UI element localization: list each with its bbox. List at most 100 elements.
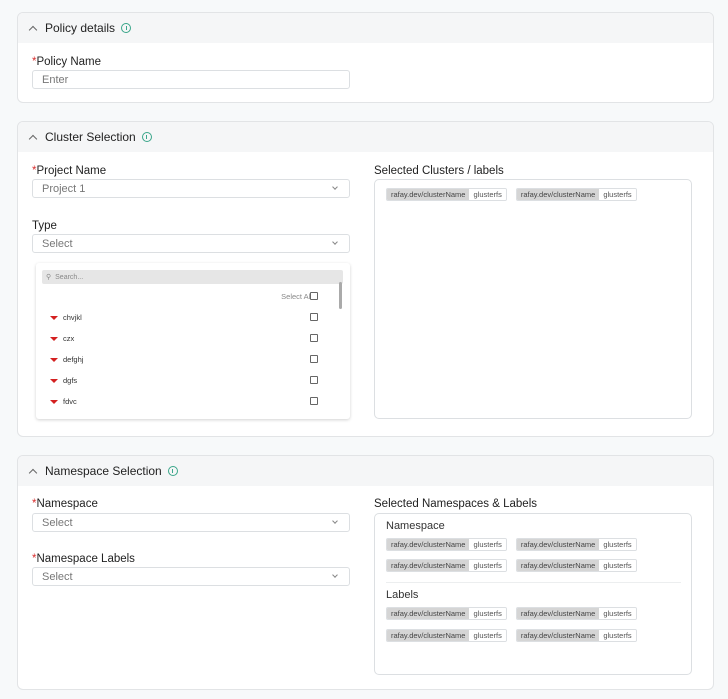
- cluster-selection-section: Cluster Selection *Project Name Project …: [17, 121, 714, 437]
- item-label: fdvc: [63, 397, 77, 406]
- item-label: czx: [63, 334, 75, 343]
- namespace-subtitle: Namespace: [386, 520, 445, 532]
- section-title: Namespace Selection: [45, 464, 162, 478]
- cluster-selection-header[interactable]: Cluster Selection: [18, 122, 713, 152]
- namespace-selection-header[interactable]: Namespace Selection: [18, 456, 713, 486]
- label-text: Project Name: [36, 165, 107, 177]
- info-icon[interactable]: [167, 466, 178, 476]
- chevron-down-icon: [332, 572, 338, 578]
- selected-namespaces-panel: Namespace rafay.dev/clusterName glusterfs…: [374, 513, 692, 675]
- list-item[interactable]: chvjkl: [50, 313, 82, 322]
- item-checkbox[interactable]: [310, 313, 318, 321]
- namespace-label: *Namespace: [32, 498, 98, 510]
- selected-clusters-title: Selected Clusters / labels: [374, 165, 504, 177]
- cluster-tag: rafay.dev/clusterName glusterfs: [386, 188, 507, 201]
- list-item[interactable]: defghj: [50, 355, 83, 364]
- tag-value: glusterfs: [599, 560, 636, 571]
- section-title: Cluster Selection: [45, 130, 136, 144]
- labels-subtitle: Labels: [386, 589, 419, 601]
- namespace-tag: rafay.dev/clusterName glusterfs: [386, 559, 507, 572]
- list-item[interactable]: dgfs: [50, 376, 77, 385]
- project-name-label: *Project Name: [32, 165, 106, 177]
- item-label: defghj: [63, 355, 84, 364]
- caret-down-icon[interactable]: [50, 336, 58, 341]
- policy-name-label: *Policy Name: [32, 56, 101, 68]
- section-title: Policy details: [45, 21, 116, 35]
- caret-down-icon[interactable]: [50, 399, 58, 404]
- tag-key: rafay.dev/clusterName: [516, 630, 600, 641]
- search-input[interactable]: ⚲ Search...: [42, 270, 343, 284]
- select-value: Select: [42, 516, 73, 529]
- chevron-down-icon: [332, 518, 338, 524]
- namespace-selection-section: Namespace Selection *Namespace Select *N…: [17, 455, 714, 690]
- selected-clusters-panel: rafay.dev/clusterName glusterfs rafay.dev…: [374, 179, 692, 419]
- chevron-up-icon[interactable]: [28, 468, 38, 477]
- tag-value: glusterfs: [469, 608, 506, 619]
- project-name-select[interactable]: Project 1: [32, 179, 350, 198]
- namespace-select[interactable]: Select: [32, 513, 350, 532]
- tag-value: glusterfs: [469, 539, 506, 550]
- list-item[interactable]: czx: [50, 334, 74, 343]
- type-select[interactable]: Select: [32, 234, 350, 253]
- select-value: Select: [42, 570, 73, 583]
- search-icon: ⚲: [46, 274, 52, 281]
- item-checkbox[interactable]: [310, 376, 318, 384]
- label-tag: rafay.dev/clusterName glusterfs: [515, 607, 637, 620]
- tag-value: glusterfs: [599, 189, 636, 200]
- info-icon[interactable]: [141, 132, 152, 142]
- placeholder: Search...: [55, 273, 84, 281]
- policy-name-input[interactable]: Enter: [32, 70, 350, 89]
- caret-down-icon[interactable]: [50, 378, 58, 383]
- divider: [386, 582, 681, 583]
- item-checkbox[interactable]: [310, 355, 318, 363]
- info-icon[interactable]: [121, 23, 132, 33]
- tag-value: glusterfs: [599, 539, 636, 550]
- tag-value: glusterfs: [469, 630, 506, 641]
- placeholder: Enter: [42, 73, 69, 86]
- selected-namespaces-title: Selected Namespaces & Labels: [374, 498, 538, 510]
- tag-value: glusterfs: [469, 560, 506, 571]
- type-label: Type: [32, 220, 57, 232]
- label-tag: rafay.dev/clusterName glusterfs: [515, 629, 637, 642]
- tag-key: rafay.dev/clusterName: [516, 189, 600, 200]
- select-value: Project 1: [42, 182, 86, 195]
- label-text: Policy Name: [36, 56, 102, 68]
- tag-key: rafay.dev/clusterName: [387, 608, 470, 619]
- chevron-down-icon: [332, 184, 338, 190]
- tag-key: rafay.dev/clusterName: [516, 608, 600, 619]
- label-text: Namespace: [36, 498, 98, 510]
- namespace-labels-select[interactable]: Select: [32, 567, 350, 586]
- chevron-up-icon[interactable]: [28, 25, 38, 34]
- tag-key: rafay.dev/clusterName: [387, 630, 470, 641]
- select-value: Select: [42, 237, 73, 250]
- chevron-up-icon[interactable]: [28, 134, 38, 143]
- chevron-down-icon: [332, 239, 338, 245]
- label-tag: rafay.dev/clusterName glusterfs: [386, 629, 507, 642]
- caret-down-icon[interactable]: [50, 315, 58, 320]
- namespace-tag: rafay.dev/clusterName glusterfs: [386, 538, 507, 551]
- cluster-list: ⚲ Search... Select All chvjkl czx defghj …: [36, 263, 350, 419]
- tag-value: glusterfs: [469, 189, 506, 200]
- namespace-tag: rafay.dev/clusterName glusterfs: [515, 538, 637, 551]
- item-label: dgfs: [63, 376, 78, 385]
- cluster-tag: rafay.dev/clusterName glusterfs: [515, 188, 637, 201]
- policy-details-section: Policy details *Policy Name Enter: [17, 12, 714, 103]
- list-item[interactable]: fdvc: [50, 397, 77, 406]
- label-text: Namespace Labels: [36, 553, 135, 565]
- tag-key: rafay.dev/clusterName: [387, 560, 470, 571]
- tag-key: rafay.dev/clusterName: [516, 539, 600, 550]
- tag-value: glusterfs: [599, 630, 636, 641]
- namespace-tag: rafay.dev/clusterName glusterfs: [515, 559, 637, 572]
- item-label: chvjkl: [63, 313, 82, 322]
- tag-key: rafay.dev/clusterName: [516, 560, 600, 571]
- scrollbar[interactable]: [339, 282, 342, 309]
- item-checkbox[interactable]: [310, 397, 318, 405]
- item-checkbox[interactable]: [310, 334, 318, 342]
- select-all-checkbox[interactable]: [310, 292, 318, 300]
- policy-details-header[interactable]: Policy details: [18, 13, 713, 43]
- caret-down-icon[interactable]: [50, 357, 58, 362]
- tag-value: glusterfs: [599, 608, 636, 619]
- tag-key: rafay.dev/clusterName: [387, 539, 470, 550]
- tag-key: rafay.dev/clusterName: [387, 189, 470, 200]
- select-all-label: Select All: [281, 292, 312, 301]
